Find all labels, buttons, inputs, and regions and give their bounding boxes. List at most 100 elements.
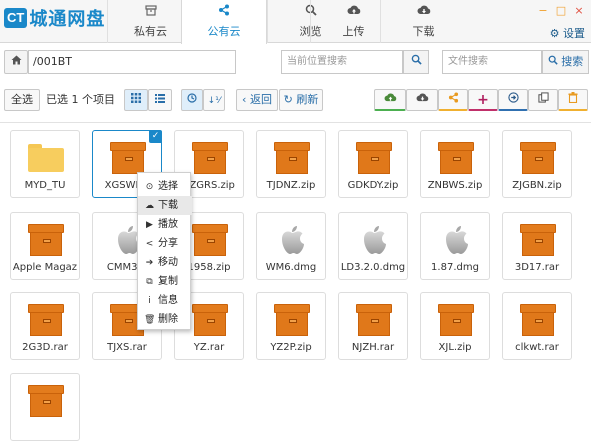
file-item[interactable]: 1.87.dmg (420, 212, 490, 280)
back-button[interactable]: ‹ 返回 (236, 89, 278, 111)
context-menu-item[interactable]: ⊙ 选择 (138, 177, 192, 196)
file-name: LD3.2.0.dmg (340, 262, 406, 273)
file-item[interactable] (10, 373, 80, 441)
refresh-icon: ↻ (283, 93, 293, 106)
file-item[interactable]: TJDNZ.zip (256, 130, 326, 198)
file-name: YZ2P.zip (270, 342, 312, 353)
share-icon (448, 92, 459, 106)
select-all-button[interactable]: 全选 (4, 89, 40, 111)
file-name: ZNBWS.zip (427, 180, 483, 191)
context-menu-item[interactable]: 🗑 删除 (138, 310, 192, 329)
archive-box-icon (520, 304, 556, 336)
chevron-left-icon: ‹ (242, 93, 247, 106)
file-search-input[interactable]: 文件搜索 (442, 50, 542, 74)
file-name: GDKDY.zip (347, 180, 399, 191)
share-action-button[interactable] (438, 89, 468, 111)
file-name: 3D17.rar (514, 262, 560, 273)
file-item[interactable]: NJZH.rar (338, 292, 408, 360)
file-item[interactable]: Apple Magaz (10, 212, 80, 280)
gear-icon: ⚙ (549, 27, 560, 40)
context-menu-item[interactable]: ➔ 移动 (138, 253, 192, 272)
archive-box-icon (356, 304, 392, 336)
selection-count: 已选 1 个项目 (46, 93, 115, 106)
location-search-input[interactable]: 当前位置搜索 (281, 50, 403, 74)
folder-item[interactable]: MYD_TU (10, 130, 80, 198)
archive-box-icon (438, 142, 474, 174)
archive-box-icon (192, 142, 228, 174)
maximize-button[interactable]: □ (554, 4, 568, 17)
settings-button[interactable]: ⚙ 设置 (550, 25, 585, 41)
context-menu-item[interactable]: ⧉ 复制 (138, 272, 192, 291)
file-name: XJL.zip (438, 342, 472, 353)
list-view-button[interactable] (148, 89, 172, 111)
close-button[interactable]: × (572, 4, 586, 17)
archive-box-icon (274, 142, 310, 174)
home-button[interactable] (4, 50, 28, 74)
archive-box-icon (110, 142, 146, 174)
file-item[interactable]: XJL.zip (420, 292, 490, 360)
file-name: ZJGBN.zip (512, 180, 562, 191)
path-input[interactable]: /001BT (28, 50, 236, 74)
upload-action-button[interactable] (374, 89, 406, 111)
file-item[interactable]: ZJGBN.zip (502, 130, 572, 198)
checkmark-icon[interactable]: ✓ (149, 130, 162, 143)
search-icon (411, 54, 422, 68)
add-action-button[interactable]: + (468, 89, 498, 111)
file-name: WM6.dmg (265, 262, 317, 273)
sort-time-button[interactable] (181, 89, 203, 111)
menu-item-label: 复制 (158, 276, 178, 287)
info-icon: i (148, 296, 151, 306)
file-item[interactable]: YZ2P.zip (256, 292, 326, 360)
context-menu-item[interactable]: i 信息 (138, 291, 192, 310)
file-item[interactable]: LD3.2.0.dmg (338, 212, 408, 280)
context-menu-item[interactable]: ☁ 下载 (138, 196, 192, 215)
context-menu-item[interactable]: ▶ 播放 (138, 215, 192, 234)
tab-public-cloud[interactable]: 公有云 (181, 0, 267, 44)
archive-box-icon (356, 142, 392, 174)
file-grid: MYD_TU XGSWNS ✓ SZGRS.zip TJDNZ.zip GDKDY.zip… (0, 130, 591, 441)
move-action-button[interactable] (498, 89, 528, 111)
file-search-button[interactable]: 搜索 (542, 50, 589, 74)
menu-item-label: 下载 (158, 200, 178, 211)
archive-box-icon (520, 224, 556, 256)
file-item[interactable]: ZNBWS.zip (420, 130, 490, 198)
file-item[interactable]: clkwt.rar (502, 292, 572, 360)
menu-item-label: 播放 (158, 219, 178, 230)
context-menu-item[interactable]: < 分享 (138, 234, 192, 253)
file-name: Apple Magaz (12, 262, 78, 273)
download-action-button[interactable] (406, 89, 438, 111)
file-name: TJXS.rar (107, 342, 147, 353)
menu-item-label: 移动 (158, 257, 178, 268)
file-name: 2G3D.rar (22, 342, 68, 353)
delete-action-button[interactable] (558, 89, 588, 111)
minimize-button[interactable]: − (536, 4, 550, 17)
location-search-button[interactable] (403, 50, 429, 74)
share-icon: < (145, 239, 154, 249)
share-icon (182, 4, 266, 22)
file-item[interactable]: 2G3D.rar (10, 292, 80, 360)
file-name: YZ.rar (193, 342, 225, 353)
file-item[interactable]: WM6.dmg (256, 212, 326, 280)
file-item[interactable]: GDKDY.zip (338, 130, 408, 198)
cloud-download-icon (416, 93, 429, 106)
trash-icon: 🗑 (144, 315, 156, 325)
search-button-label: 搜索 (561, 55, 584, 68)
copy-icon: ⧉ (146, 277, 153, 287)
grid-view-button[interactable] (124, 89, 148, 111)
archive-box-icon (28, 224, 64, 256)
file-name: 1.87.dmg (431, 262, 479, 273)
check-circle-icon: ⊙ (145, 182, 154, 192)
apple-icon (274, 222, 310, 258)
sort-order-button[interactable]: ↓⅟ (203, 89, 225, 111)
search-icon (548, 55, 562, 68)
copy-action-button[interactable] (528, 89, 558, 111)
file-item[interactable]: 3D17.rar (502, 212, 572, 280)
sort-icon: ↓⅟ (207, 96, 221, 106)
archive-box-icon (28, 304, 64, 336)
logo-text: 城通网盘 (29, 9, 106, 30)
tab-download[interactable]: 下载 (380, 0, 466, 43)
grid-icon (131, 93, 141, 106)
refresh-button[interactable]: ↻ 刷新 (279, 89, 323, 111)
archive-box-icon (274, 304, 310, 336)
list-icon (155, 93, 165, 106)
